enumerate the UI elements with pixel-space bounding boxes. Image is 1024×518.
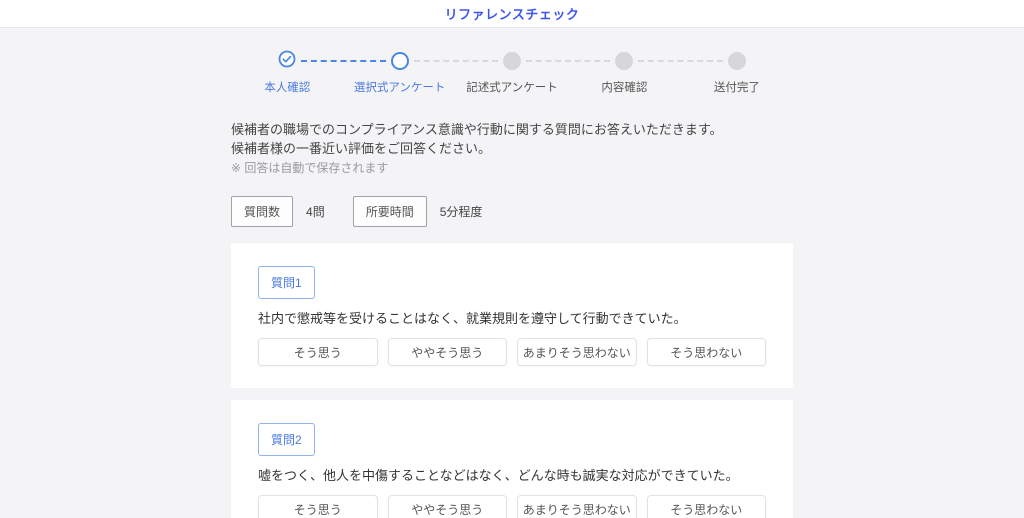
page-title: リファレンスチェック xyxy=(445,4,580,23)
question-badge: 質問2 xyxy=(258,423,315,456)
active-step-circle-icon xyxy=(391,52,409,70)
pending-step-circle-icon xyxy=(728,52,746,70)
duration-label: 所要時間 xyxy=(353,196,427,227)
option-somewhat-disagree-button[interactable]: あまりそう思わない xyxy=(517,495,637,518)
stepper-step-free-text: 記述式アンケート xyxy=(456,52,568,95)
question-text: 嘘をつく、他人を中傷することなどはなく、どんな時も誠実な対応ができていた。 xyxy=(258,465,766,484)
stepper-step-label: 選択式アンケート xyxy=(343,79,455,95)
check-circle-icon xyxy=(278,50,296,73)
option-somewhat-disagree-button[interactable]: あまりそう思わない xyxy=(517,338,637,366)
duration-value: 5分程度 xyxy=(440,203,483,220)
question-badge: 質問1 xyxy=(258,266,315,299)
autosave-note: ※ 回答は自動で保存されます xyxy=(231,159,793,178)
question-count-label: 質問数 xyxy=(231,196,293,227)
intro-text: 候補者の職場でのコンプライアンス意識や行動に関する質問にお答えいただきます。 候… xyxy=(231,120,793,178)
stepper-step-identity: 本人確認 xyxy=(231,52,343,95)
option-somewhat-agree-button[interactable]: ややそう思う xyxy=(388,495,508,518)
answer-options: そう思う ややそう思う あまりそう思わない そう思わない xyxy=(258,338,766,366)
stepper-step-label: 送付完了 xyxy=(681,79,793,95)
question-text: 社内で懲戒等を受けることはなく、就業規則を遵守して行動できていた。 xyxy=(258,308,766,327)
pending-step-circle-icon xyxy=(503,52,521,70)
option-agree-button[interactable]: そう思う xyxy=(258,495,378,518)
stepper-step-review: 内容確認 xyxy=(568,52,680,95)
question-card-2: 質問2 嘘をつく、他人を中傷することなどはなく、どんな時も誠実な対応ができていた… xyxy=(231,400,793,518)
stepper: 本人確認 選択式アンケート 記述式アンケート 内容確認 送付完了 xyxy=(231,52,793,95)
stepper-step-label: 内容確認 xyxy=(568,79,680,95)
stepper-step-multiple-choice: 選択式アンケート xyxy=(343,52,455,95)
option-agree-button[interactable]: そう思う xyxy=(258,338,378,366)
option-disagree-button[interactable]: そう思わない xyxy=(647,338,767,366)
intro-line-2: 候補者様の一番近い評価をご回答ください。 xyxy=(231,139,793,158)
survey-meta: 質問数 4問 所要時間 5分程度 xyxy=(231,196,793,227)
stepper-step-complete: 送付完了 xyxy=(681,52,793,95)
main-content: 本人確認 選択式アンケート 記述式アンケート 内容確認 送付完了 候補者の職場で… xyxy=(231,52,793,518)
question-count-value: 4問 xyxy=(306,203,325,220)
question-card-1: 質問1 社内で懲戒等を受けることはなく、就業規則を遵守して行動できていた。 そう… xyxy=(231,243,793,388)
intro-line-1: 候補者の職場でのコンプライアンス意識や行動に関する質問にお答えいただきます。 xyxy=(231,120,793,139)
pending-step-circle-icon xyxy=(615,52,633,70)
stepper-step-label: 本人確認 xyxy=(231,79,343,95)
answer-options: そう思う ややそう思う あまりそう思わない そう思わない xyxy=(258,495,766,518)
app-header: リファレンスチェック xyxy=(0,0,1024,28)
option-disagree-button[interactable]: そう思わない xyxy=(647,495,767,518)
stepper-step-label: 記述式アンケート xyxy=(456,79,568,95)
option-somewhat-agree-button[interactable]: ややそう思う xyxy=(388,338,508,366)
